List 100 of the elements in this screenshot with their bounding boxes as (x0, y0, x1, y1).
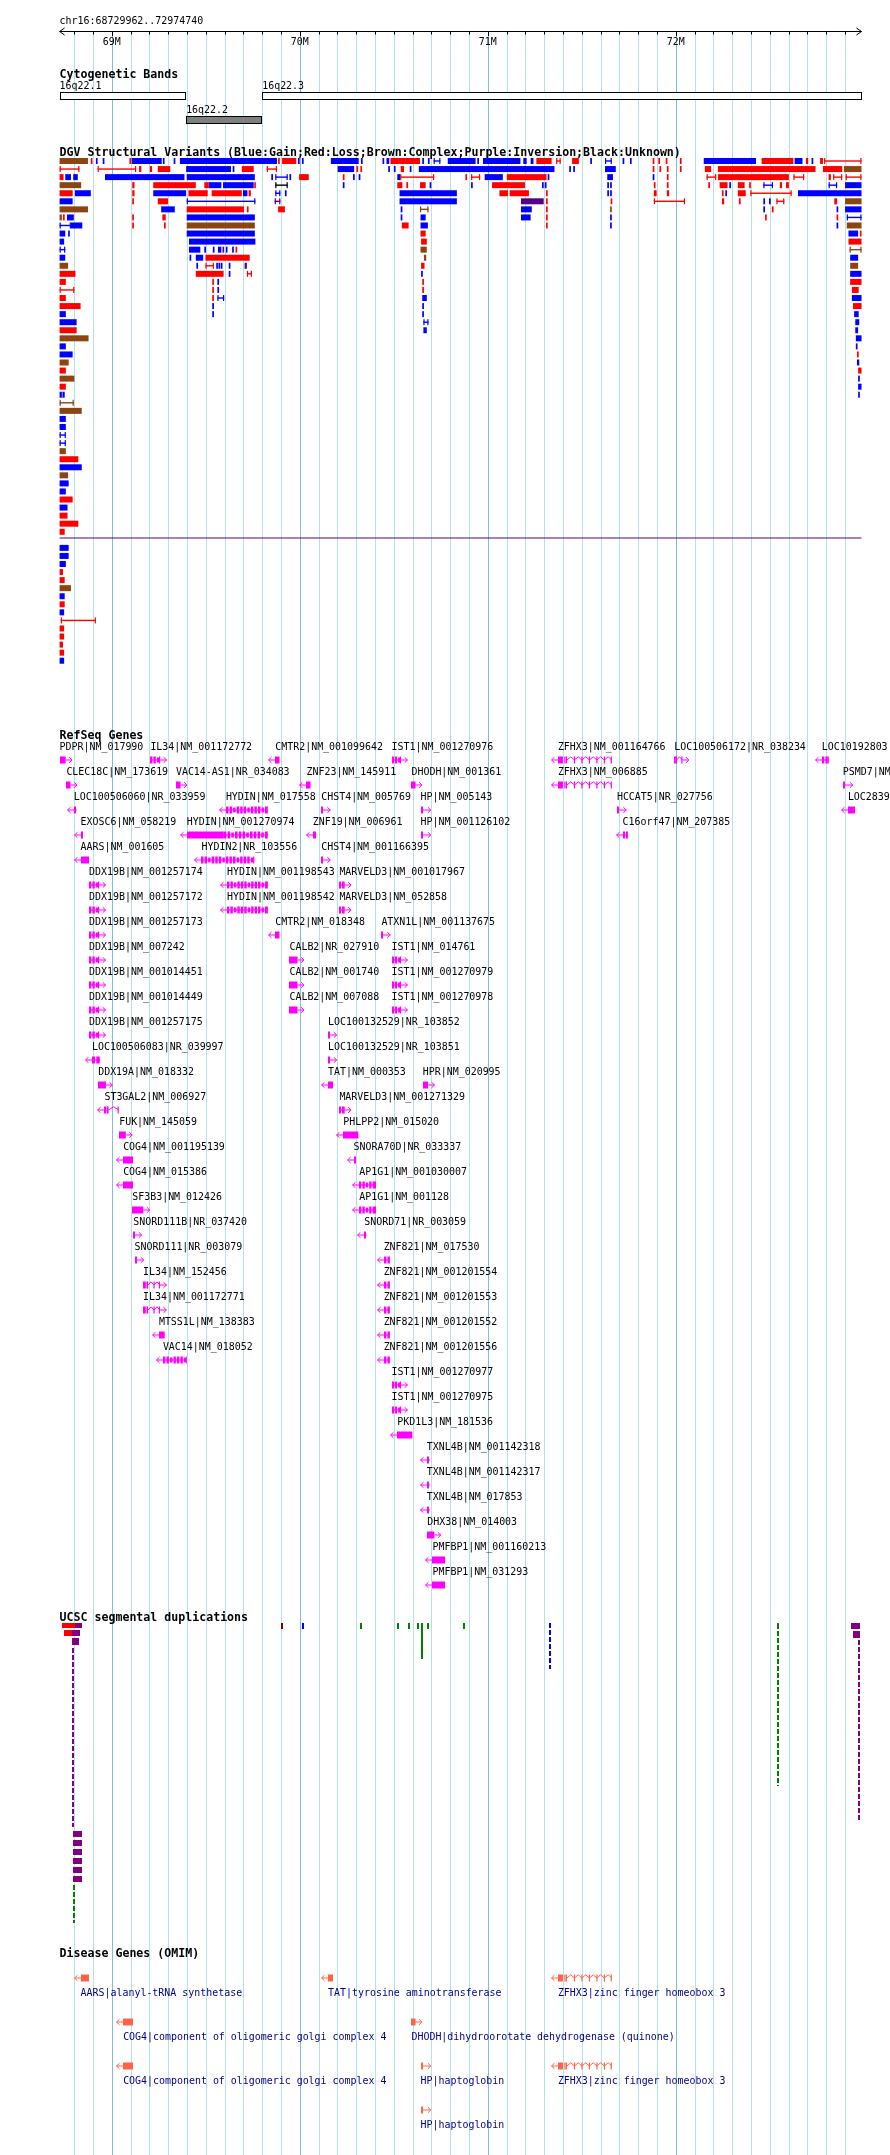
gene-label: COG4|NM_015386 (123, 1166, 207, 1177)
gene-label: CALB2|NM_007088 (289, 991, 380, 1002)
gene-label: C16orf47|NM_207385 (622, 816, 731, 827)
gene-label: HP|NM_005143 (420, 791, 493, 802)
gene-label: SNORD111B|NR_037420 (133, 1216, 248, 1227)
gene-label: CLEC18C|NM_173619 (66, 766, 169, 777)
gene-label: HPR|NM_020995 (422, 1066, 501, 1077)
gene-label: SF3B3|NM_012426 (132, 1191, 222, 1202)
gene-label: ZNF821|NM_001201553 (383, 1291, 498, 1302)
track-title: RefSeq Genes (59, 729, 144, 741)
track-title: Cytogenetic Bands (59, 68, 179, 80)
gene-label: ZFHX3|NM_001164766 (557, 741, 666, 752)
gene-label: AP1G1|NM_001030007 (359, 1166, 467, 1177)
duplication-mark (397, 1623, 399, 1629)
tick-label: 69M (102, 36, 121, 47)
gene-label: IST1|NM_014761 (391, 941, 476, 952)
disease-gene-label: DHODH|dihydroorotate dehydrogenase (quinone) (411, 2031, 675, 2042)
duplication-mark (427, 1623, 429, 1629)
gene-label: DDX19B|NM_001257173 (89, 916, 203, 927)
gene-label: VAC14-AS1|NR_034083 (175, 766, 290, 777)
gene-label: MARVELD3|NM_052858 (339, 891, 448, 902)
gene-label: TAT|NM_000353 (328, 1066, 406, 1077)
gene-label: COG4|NM_001195139 (123, 1141, 225, 1152)
gene-label: CALB2|NR_027910 (289, 941, 380, 952)
gene-label: PDPR|NM_017990 (59, 741, 144, 752)
unknown-variant-series (275, 181, 288, 188)
gene-label: CMTR2|NM_001099642 (275, 741, 383, 752)
gene-label: HP|NM_001126102 (420, 816, 511, 827)
gene-label: MTSS1L|NM_138383 (158, 1316, 255, 1327)
gene-label: DDX19B|NM_001257174 (89, 866, 203, 877)
track-title: UCSC segmental duplications (59, 1611, 249, 1623)
disease-gene-label: HP|haptoglobin (420, 2119, 505, 2130)
gene-label: AP1G1|NM_001128 (359, 1191, 449, 1202)
gene-label: IST1|NM_001270976 (391, 741, 494, 752)
band-label: 16q22.2 (186, 103, 229, 115)
gene-label: MARVELD3|NM_001271329 (339, 1091, 465, 1102)
coordinate-range: chr16:68729962..72974740 (59, 15, 204, 26)
gene-label: TXNL4B|NM_001142317 (426, 1466, 541, 1477)
gene-label: DDX19B|NM_001014451 (89, 966, 203, 977)
gene-label: DHODH|NM_001361 (411, 766, 502, 777)
gene-label: ZFHX3|NM_006885 (557, 766, 648, 777)
duplication-mark (421, 1623, 423, 1660)
gene-label: ZNF821|NM_001201556 (383, 1341, 498, 1352)
disease-gene-label: ZFHX3|zinc finger homeobox 3 (557, 2075, 726, 2086)
duplication-mark (408, 1623, 410, 1629)
gene-label: IST1|NM_001270975 (391, 1391, 494, 1402)
gene-label: IL34|NM_001172771 (143, 1291, 245, 1302)
disease-gene-label: AARS|alanyl-tRNA synthetase (80, 1987, 243, 1998)
duplication-mark (73, 1884, 75, 1924)
gene-label: AARS|NM_001605 (80, 841, 165, 852)
gene-label: PMFBP1|NM_001160213 (432, 1541, 547, 1552)
duplication-mark (281, 1623, 283, 1629)
gene-label: CALB2|NM_001740 (289, 966, 380, 977)
gene-label: LOC100506172|NR_038234 (674, 741, 806, 752)
disease-gene-label: COG4|component of oligomeric golgi complex 4 (123, 2075, 387, 2086)
gene-label: LOC100506060|NR_033959 (73, 791, 206, 802)
gene-label: DHX38|NM_014003 (427, 1516, 518, 1527)
gene-label: HYDIN|NM_017558 (225, 791, 316, 802)
gene-label: SNORA70D|NR_033337 (353, 1141, 462, 1152)
duplication-mark (549, 1623, 551, 1670)
tick-label: 71M (478, 36, 497, 47)
gene-label: ZNF821|NM_001201552 (383, 1316, 498, 1327)
gene-label: PSMD7|NM (842, 766, 890, 777)
gene-label: ZNF19|NM_006961 (312, 816, 403, 827)
disease-gene-label: HP|haptoglobin (420, 2075, 505, 2086)
gene-label: DDX19B|NM_001257175 (89, 1016, 203, 1027)
disease-gene-label: TAT|tyrosine aminotransferase (328, 1987, 502, 1998)
gene-label: CMTR2|NM_018348 (275, 916, 365, 927)
band-label: 16q22.3 (262, 80, 305, 91)
gene-label: DDX19B|NM_007242 (89, 941, 185, 952)
gene-label: IL34|NM_001172772 (150, 741, 253, 752)
gene-label: LOC100132529|NR_103852 (328, 1016, 460, 1027)
gene-label: SNORD71|NR_003059 (364, 1216, 467, 1227)
gene-label: PKD1L3|NM_181536 (397, 1416, 493, 1427)
gene-label: VAC14|NM_018052 (162, 1341, 253, 1352)
gene-label: IL34|NM_152456 (143, 1266, 227, 1277)
gene-label: ZNF821|NM_017530 (383, 1241, 480, 1252)
gene-label: LOC2839 (847, 791, 890, 802)
gene-label: LOC100506083|NR_039997 (91, 1041, 224, 1052)
gene-label: HCCAT5|NR_027756 (616, 791, 713, 802)
duplication-mark (360, 1623, 362, 1629)
gene-label: PMFBP1|NM_031293 (432, 1566, 529, 1577)
gene-label: LOC10192803 (821, 741, 888, 752)
gene-label: PHLPP2|NM_015020 (343, 1116, 440, 1127)
gene-label: DDX19B|NM_001257172 (89, 891, 203, 902)
gene-label: EXOSC6|NM_058219 (80, 816, 177, 827)
duplication-mark (417, 1623, 419, 1629)
gene-label: HYDIN|NM_001270974 (186, 816, 295, 827)
gene-label: IST1|NM_001270978 (391, 991, 494, 1002)
gene-label: TXNL4B|NM_017853 (426, 1491, 523, 1502)
gene-label: HYDIN|NM_001198542 (227, 891, 335, 902)
gene-label: FUK|NM_145059 (119, 1116, 197, 1127)
duplication-mark (302, 1623, 304, 1629)
gene-label: HYDIN2|NR_103556 (201, 841, 298, 852)
track-title: DGV Structural Variants (Blue:Gain;Red:Loss;Brown:Complex;Purple:Inversion;Black:Unknown) (59, 145, 681, 158)
gene-label: TXNL4B|NM_001142318 (426, 1441, 541, 1452)
disease-gene-label: ZFHX3|zinc finger homeobox 3 (557, 1987, 726, 1998)
gene-label: DDX19B|NM_001014449 (89, 991, 203, 1002)
gene-label: LOC100132529|NR_103851 (328, 1041, 460, 1052)
gene-label: ATXN1L|NM_001137675 (381, 916, 496, 927)
